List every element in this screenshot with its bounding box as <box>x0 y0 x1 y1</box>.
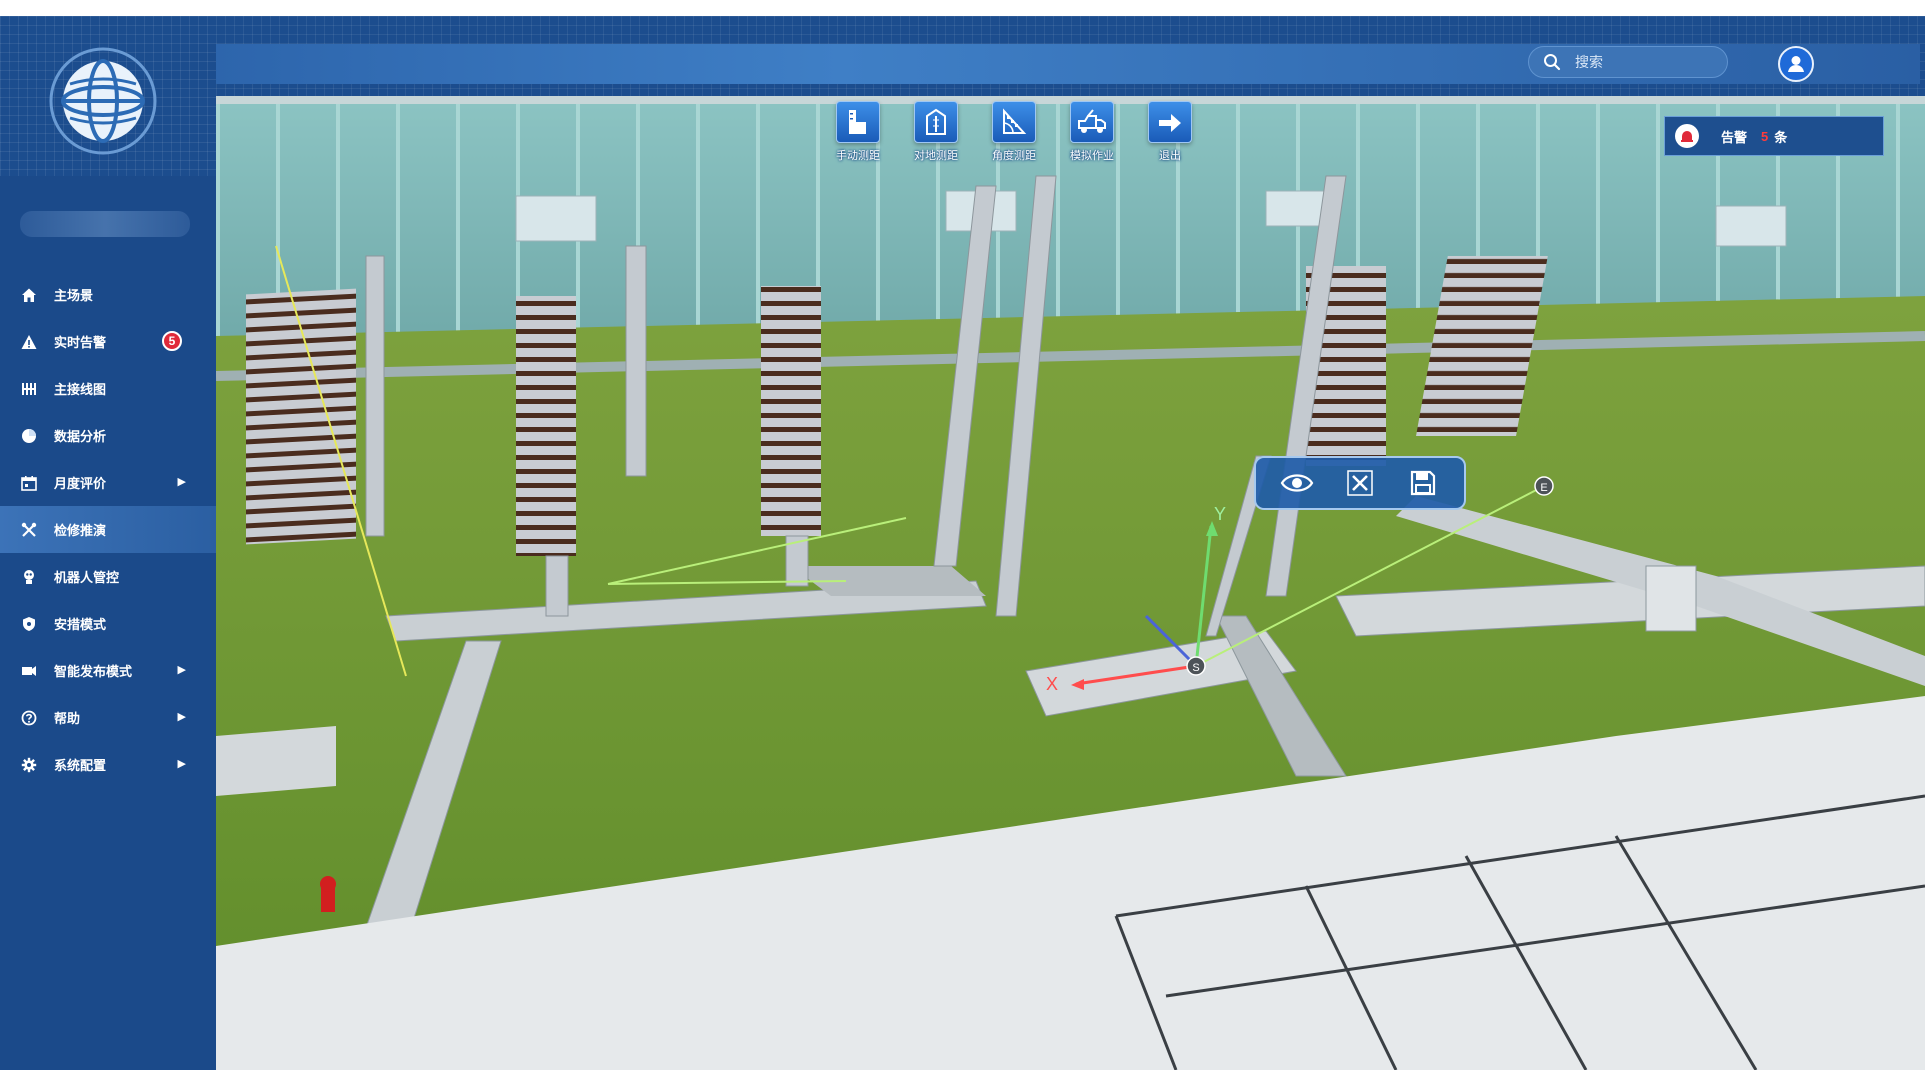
cancel-button[interactable] <box>1340 465 1380 501</box>
sidebar-nav: 主场景 实时告警 5 主接线图 数据分析 月度评价 ▶ 检修推演 机器人管控 安… <box>0 271 216 788</box>
sidebar-item-label: 系统配置 <box>54 758 107 773</box>
tool-simulation[interactable]: 模拟作业 <box>1064 101 1120 163</box>
start-marker: S <box>1192 662 1199 674</box>
sidebar-item-label: 安措模式 <box>54 617 107 632</box>
chevron-right-icon: ▶ <box>177 711 186 723</box>
pie-chart-icon <box>20 427 38 445</box>
alarm-bell-icon <box>1675 124 1699 148</box>
view-icon <box>1281 474 1314 492</box>
exit-icon <box>1148 101 1192 143</box>
sidebar-item-help[interactable]: 帮助 ▶ <box>0 694 216 741</box>
ground-measure-icon <box>914 101 958 143</box>
angle-measure-icon <box>992 101 1036 143</box>
sidebar-item-main-scene[interactable]: 主场景 <box>0 271 216 318</box>
sidebar-item-label: 主接线图 <box>54 382 107 397</box>
sidebar: 主场景 实时告警 5 主接线图 数据分析 月度评价 ▶ 检修推演 机器人管控 安… <box>0 16 216 1070</box>
manual-measure-icon <box>836 101 880 143</box>
tool-label: 角度测距 <box>992 150 1036 162</box>
logo-area <box>0 16 216 176</box>
sidebar-item-smart-publish-mode[interactable]: 智能发布模式 ▶ <box>0 647 216 694</box>
sidebar-item-label: 月度评价 <box>54 476 107 491</box>
chevron-right-icon: ▶ <box>177 664 186 676</box>
tool-label: 退出 <box>1159 150 1181 162</box>
search-input[interactable] <box>1575 54 1695 70</box>
wiring-icon <box>20 380 38 398</box>
gear-icon <box>20 756 38 774</box>
axis-y-label: Y <box>1214 504 1226 524</box>
end-marker: E <box>1540 482 1547 494</box>
sidebar-item-system-config[interactable]: 系统配置 ▶ <box>0 741 216 788</box>
user-icon <box>1788 56 1804 72</box>
user-avatar[interactable] <box>1778 46 1814 82</box>
tool-label: 手动测距 <box>836 150 880 162</box>
sidebar-item-monthly-evaluation[interactable]: 月度评价 ▶ <box>0 459 216 506</box>
alarm-unit: 条 <box>1774 129 1788 145</box>
tool-manual-measure[interactable]: 手动测距 <box>830 101 886 163</box>
company-logo <box>49 47 157 155</box>
close-icon <box>1347 470 1373 496</box>
sidebar-item-label: 帮助 <box>54 711 81 726</box>
sidebar-item-label: 机器人管控 <box>54 570 120 585</box>
measure-toolbar: 手动测距 对地测距 角度测距 模拟作业 退出 <box>830 101 1198 163</box>
sidebar-item-data-analysis[interactable]: 数据分析 <box>0 412 216 459</box>
sidebar-item-realtime-alarm[interactable]: 实时告警 5 <box>0 318 216 365</box>
robot-icon <box>20 568 38 586</box>
tool-exit[interactable]: 退出 <box>1142 101 1198 163</box>
sidebar-item-label: 主场景 <box>54 288 94 303</box>
tools-icon <box>20 521 38 539</box>
tool-label: 模拟作业 <box>1070 150 1114 162</box>
broadcast-icon <box>20 662 38 680</box>
substation-3d-scene[interactable]: X Y S E 手动测距 对地测距 角度测距 模拟作业 退出 告警 5 条 <box>216 96 1925 1070</box>
sidebar-item-robot-control[interactable]: 机器人管控 <box>0 553 216 600</box>
alarm-panel[interactable]: 告警 5 条 <box>1664 116 1884 156</box>
home-icon <box>20 286 38 304</box>
alarm-count: 5 <box>1761 128 1769 144</box>
sidebar-item-safety-mode[interactable]: 安措模式 <box>0 600 216 647</box>
sidebar-item-maintenance-simulation[interactable]: 检修推演 <box>0 506 216 553</box>
subtitle-banner <box>20 211 190 237</box>
search-icon <box>1544 54 1561 71</box>
sidebar-item-label: 智能发布模式 <box>54 664 133 679</box>
chevron-right-icon: ▶ <box>177 476 186 488</box>
tool-ground-measure[interactable]: 对地测距 <box>908 101 964 163</box>
help-icon <box>20 709 38 727</box>
save-button[interactable] <box>1403 465 1443 501</box>
chevron-right-icon: ▶ <box>177 758 186 770</box>
calendar-icon <box>20 474 38 492</box>
search-box[interactable] <box>1528 46 1728 78</box>
measure-action-popup <box>1254 456 1466 510</box>
sidebar-item-label: 数据分析 <box>54 429 107 444</box>
simulation-truck-icon <box>1070 101 1114 143</box>
tool-label: 对地测距 <box>914 150 958 162</box>
sidebar-item-label: 检修推演 <box>54 523 107 538</box>
axis-x-label: X <box>1046 674 1058 694</box>
tool-angle-measure[interactable]: 角度测距 <box>986 101 1042 163</box>
warning-icon <box>20 333 38 351</box>
app-window: 主场景 实时告警 5 主接线图 数据分析 <box>0 16 1925 1070</box>
top-bar <box>0 16 1925 96</box>
shield-icon <box>20 615 38 633</box>
save-icon <box>1410 470 1435 496</box>
alarm-count-badge: 5 <box>162 331 182 351</box>
scene-render: X Y S E <box>216 96 1925 1070</box>
sidebar-item-label: 实时告警 <box>54 335 107 350</box>
sidebar-item-wiring-diagram[interactable]: 主接线图 <box>0 365 216 412</box>
alarm-label: 告警 <box>1721 129 1748 145</box>
view-button[interactable] <box>1277 465 1317 501</box>
